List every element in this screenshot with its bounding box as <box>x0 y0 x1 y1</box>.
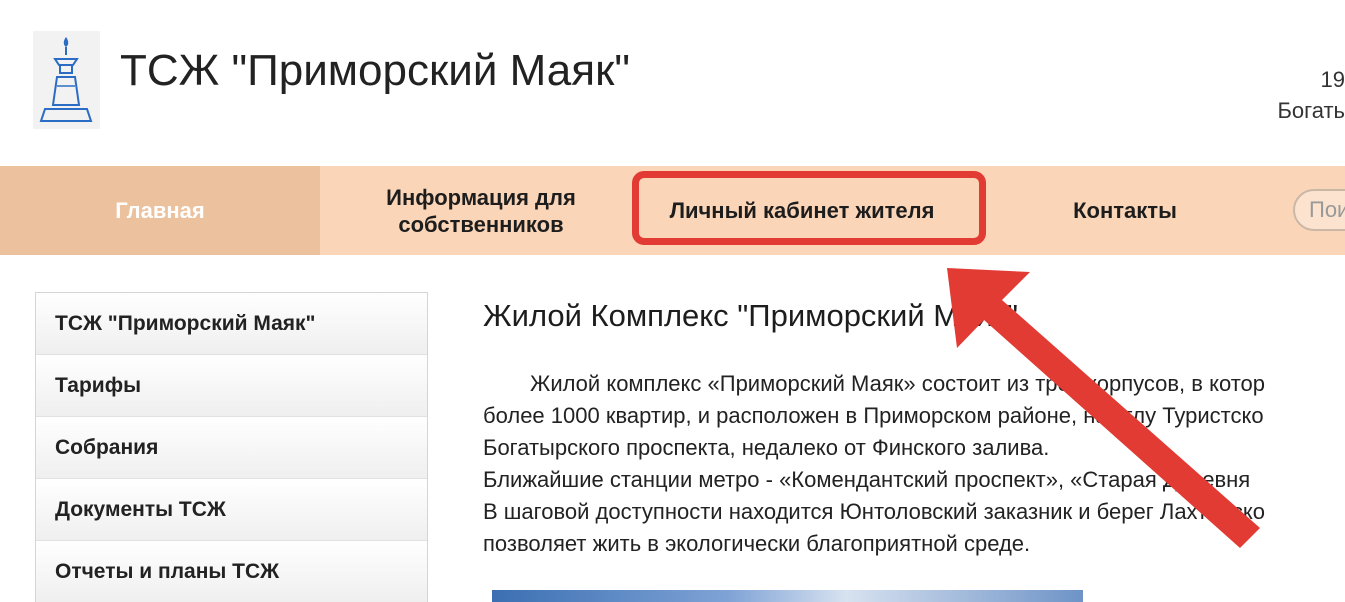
nav-item-owners-info[interactable]: Информация для собственников <box>320 166 642 255</box>
header-contact-info: 19 Богать <box>1277 64 1345 126</box>
content-line: В шаговой доступности находится Юнтоловс… <box>483 499 1265 524</box>
search-input[interactable]: Пои <box>1293 189 1345 231</box>
sidebar-item-hoa[interactable]: ТСЖ "Приморский Маяк" <box>36 293 427 355</box>
main-nav: Главная Информация для собственников Лич… <box>0 166 1345 255</box>
page-title: Жилой Комплекс "Приморский Маяк" <box>483 298 1019 333</box>
sidebar-item-meetings[interactable]: Собрания <box>36 417 427 479</box>
site-logo[interactable] <box>33 31 100 129</box>
nav-item-resident-account[interactable]: Личный кабинет жителя <box>642 166 962 255</box>
complex-photo <box>492 590 1083 602</box>
content-line: Богатырского проспекта, недалеко от Финс… <box>483 435 1050 460</box>
content-line: Жилой комплекс «Приморский Маяк» состоит… <box>530 371 1266 396</box>
sidebar-item-tariffs[interactable]: Тарифы <box>36 355 427 417</box>
nav-item-home[interactable]: Главная <box>0 166 320 255</box>
content-body: Жилой комплекс «Приморский Маяк» состоит… <box>483 368 1345 560</box>
nav-item-owners-info-label: Информация для собственников <box>386 184 576 237</box>
sidebar-item-reports[interactable]: Отчеты и планы ТСЖ <box>36 541 427 602</box>
header-address-line-1: 19 <box>1320 67 1345 92</box>
content-line: Ближайшие станции метро - «Комендантский… <box>483 467 1251 492</box>
sidebar-menu: ТСЖ "Приморский Маяк" Тарифы Собрания До… <box>35 292 428 602</box>
nav-item-contacts[interactable]: Контакты <box>1030 166 1220 255</box>
content-line: более 1000 квартир, и расположен в Примо… <box>483 403 1264 428</box>
page: ТСЖ "Приморский Маяк" 19 Богать Главная … <box>0 0 1345 602</box>
site-title[interactable]: ТСЖ "Приморский Маяк" <box>120 46 630 96</box>
content-line: позволяет жить в экологически благоприят… <box>483 531 1031 556</box>
lighthouse-icon <box>33 31 100 129</box>
header-address-line-2: Богать <box>1277 98 1345 123</box>
sidebar-item-documents[interactable]: Документы ТСЖ <box>36 479 427 541</box>
